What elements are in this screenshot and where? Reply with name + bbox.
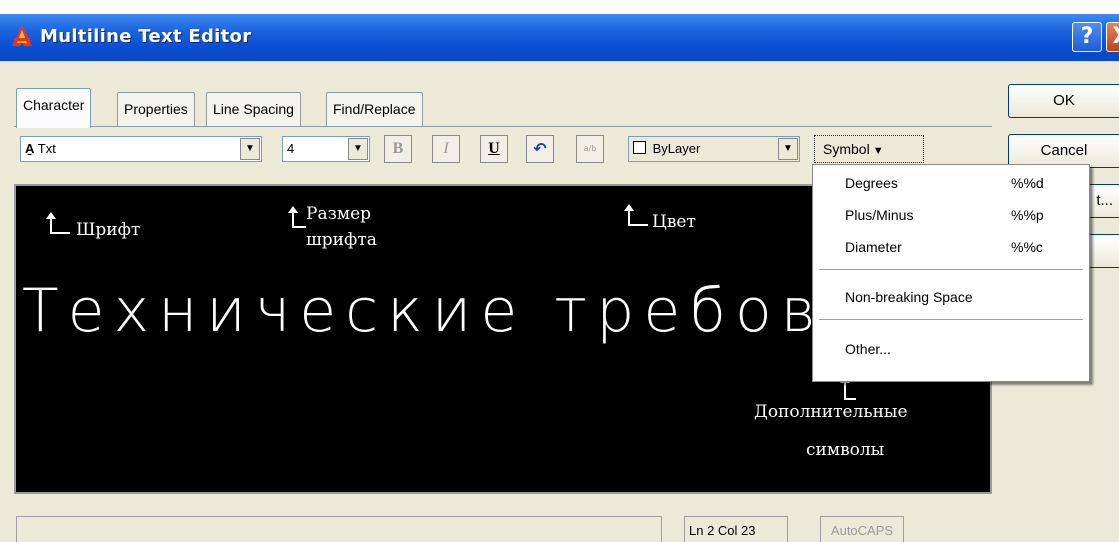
- chevron-down-icon[interactable]: ▼: [240, 138, 260, 160]
- color-select[interactable]: ByLayer ▼: [628, 136, 800, 162]
- underline-button[interactable]: U: [480, 135, 508, 163]
- annotation-symbols-line1: Дополнительные: [754, 402, 908, 422]
- chevron-down-icon: ▼: [869, 145, 884, 157]
- menu-item-code: %%d: [1011, 175, 1044, 191]
- text-height-value: 4: [287, 141, 295, 156]
- multiline-text-editor-dialog: Multiline Text Editor ? X Character Prop…: [0, 14, 1119, 542]
- symbol-dropdown-menu: Degrees %%d Plus/Minus %%p Diameter %%c …: [812, 164, 1090, 382]
- annotation-size-line1: Размер: [306, 204, 372, 224]
- menu-item-label: Other...: [845, 341, 891, 357]
- menu-separator: [819, 269, 1083, 270]
- menu-item-degrees[interactable]: Degrees %%d: [813, 169, 1089, 197]
- italic-button[interactable]: I: [432, 135, 460, 163]
- annotation-arrow: [46, 212, 70, 234]
- font-select[interactable]: A̱ Txt ▼: [20, 136, 262, 162]
- ok-button[interactable]: OK: [1008, 84, 1119, 118]
- menu-item-diameter[interactable]: Diameter %%c: [813, 233, 1089, 261]
- menu-item-code: %%c: [1011, 239, 1043, 255]
- chevron-down-icon[interactable]: ▼: [348, 138, 368, 160]
- tab-find-replace[interactable]: Find/Replace: [326, 92, 423, 126]
- tab-line-spacing[interactable]: Line Spacing: [206, 92, 301, 126]
- autocad-app-icon: [12, 25, 32, 46]
- font-select-value: Txt: [37, 141, 56, 156]
- color-select-value: ByLayer: [652, 141, 701, 156]
- title-bar[interactable]: Multiline Text Editor ? X: [0, 14, 1119, 61]
- color-swatch-icon: [633, 141, 646, 154]
- menu-item-non-breaking-space[interactable]: Non-breaking Space: [813, 283, 1089, 311]
- font-type-icon: A̱: [25, 141, 35, 156]
- menu-item-plus-minus[interactable]: Plus/Minus %%p: [813, 201, 1089, 229]
- annotation-color: Цвет: [652, 212, 696, 232]
- autocaps-status[interactable]: AutoCAPS: [820, 516, 904, 542]
- text-height-select[interactable]: 4 ▼: [282, 136, 370, 162]
- menu-item-code: %%p: [1011, 207, 1044, 223]
- annotation-arrow: [840, 376, 856, 400]
- bold-button[interactable]: B: [384, 135, 412, 163]
- chevron-down-icon[interactable]: ▼: [778, 138, 798, 160]
- menu-item-label: Plus/Minus: [845, 207, 914, 223]
- annotation-arrow: [288, 206, 306, 228]
- tab-character[interactable]: Character: [16, 88, 92, 128]
- tab-strip-divider: [14, 126, 992, 127]
- cancel-button[interactable]: Cancel: [1008, 134, 1119, 168]
- menu-item-label: Non-breaking Space: [845, 289, 973, 305]
- annotation-symbols-line2: символы: [806, 440, 885, 460]
- status-message-field: [16, 516, 662, 542]
- annotation-font: Шрифт: [76, 220, 141, 240]
- cursor-position-status: Ln 2 Col 23: [684, 516, 788, 542]
- menu-separator: [819, 319, 1083, 320]
- menu-item-label: Diameter: [845, 239, 902, 255]
- symbol-button[interactable]: Symbol ▼: [814, 135, 924, 163]
- stack-button[interactable]: a/b: [576, 135, 604, 163]
- help-button[interactable]: ?: [1072, 22, 1102, 52]
- annotation-arrow: [624, 204, 648, 226]
- menu-item-other[interactable]: Other...: [813, 335, 1089, 363]
- tab-properties[interactable]: Properties: [117, 92, 195, 126]
- symbol-button-label: Symbol: [823, 141, 870, 157]
- stack-icon: a/b: [583, 144, 597, 153]
- window-title: Multiline Text Editor: [40, 26, 252, 47]
- close-button[interactable]: X: [1106, 22, 1119, 52]
- annotation-size-line2: шрифта: [306, 230, 377, 250]
- undo-button[interactable]: ↶: [526, 135, 554, 163]
- undo-icon: ↶: [533, 139, 547, 158]
- menu-item-label: Degrees: [845, 175, 898, 191]
